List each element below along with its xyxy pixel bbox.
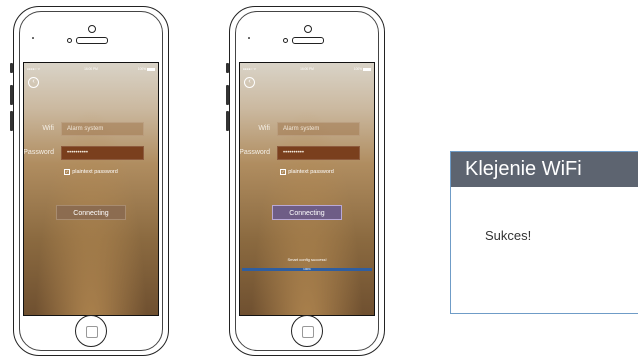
phone-frame-1: ●●●●○ ᯤ 16:00 PM 100% ‹ Wifi Alarm syste… [10, 6, 169, 356]
status-bar: ●●●●○ ᯤ 16:00 PM 100% [240, 66, 374, 72]
front-camera [88, 25, 96, 33]
config-progress-bar: 100% [242, 267, 372, 271]
battery-icon [147, 67, 155, 71]
earpiece-speaker [76, 37, 108, 44]
success-dialog: Klejenie WiFi Sukces! [450, 151, 638, 314]
wifi-row: Wifi Alarm system [240, 122, 374, 136]
earpiece-speaker [292, 37, 324, 44]
home-button[interactable] [75, 315, 107, 347]
volume-down-button [10, 111, 13, 131]
silent-switch [10, 63, 13, 73]
success-message: Smart config success! [287, 257, 327, 262]
password-label: Password [23, 149, 54, 156]
plaintext-label: plaintext password [72, 169, 118, 175]
plaintext-checkbox-row[interactable]: ✓ plaintext password [240, 168, 374, 176]
wifi-ssid-input[interactable]: Alarm system [61, 122, 144, 136]
password-row: Password •••••••••• [240, 146, 374, 160]
battery-icon [363, 67, 371, 71]
decorative-dot [248, 37, 250, 39]
front-camera [304, 25, 312, 33]
battery-percent: 100% [137, 67, 146, 71]
battery-indicator: 100% [138, 66, 155, 72]
volume-down-button [226, 111, 229, 131]
connecting-button[interactable]: Connecting [56, 205, 126, 220]
volume-up-button [10, 85, 13, 105]
chevron-left-icon: ‹ [32, 78, 35, 85]
wifi-label: Wifi [42, 125, 54, 132]
home-square-icon [86, 326, 98, 338]
app-screen-1: ●●●●○ ᯤ 16:00 PM 100% ‹ Wifi Alarm syste… [23, 62, 159, 316]
plaintext-checkbox-row[interactable]: ✓ plaintext password [24, 168, 158, 176]
proximity-sensor [67, 38, 72, 43]
back-button[interactable]: ‹ [244, 77, 255, 88]
status-bar: ●●●●○ ᯤ 16:00 PM 100% [24, 66, 158, 72]
silent-switch [226, 63, 229, 73]
wifi-label: Wifi [258, 125, 270, 132]
decorative-dot [32, 37, 34, 39]
proximity-sensor [283, 38, 288, 43]
battery-indicator: 100% [354, 66, 371, 72]
password-row: Password •••••••••• [24, 146, 158, 160]
wifi-ssid-input[interactable]: Alarm system [277, 122, 360, 136]
checkbox-icon[interactable]: ✓ [64, 168, 71, 175]
app-screen-2: ●●●●○ ᯤ 16:00 PM 100% ‹ Wifi Alarm syste… [239, 62, 375, 316]
checkbox-icon[interactable]: ✓ [280, 168, 287, 175]
back-button[interactable]: ‹ [28, 77, 39, 88]
chevron-left-icon: ‹ [248, 78, 251, 85]
password-label: Password [239, 149, 270, 156]
dialog-title: Klejenie WiFi [451, 152, 638, 187]
plaintext-label: plaintext password [288, 169, 334, 175]
progress-percent: 100% [303, 267, 311, 271]
volume-up-button [226, 85, 229, 105]
password-input[interactable]: •••••••••• [61, 146, 144, 160]
battery-percent: 100% [353, 67, 362, 71]
connecting-button[interactable]: Connecting [272, 205, 342, 220]
home-button[interactable] [291, 315, 323, 347]
phone-frame-2: ●●●●○ ᯤ 16:00 PM 100% ‹ Wifi Alarm syste… [226, 6, 385, 356]
dialog-message: Sukces! [485, 228, 532, 243]
password-input[interactable]: •••••••••• [277, 146, 360, 160]
wifi-row: Wifi Alarm system [24, 122, 158, 136]
home-square-icon [302, 326, 314, 338]
